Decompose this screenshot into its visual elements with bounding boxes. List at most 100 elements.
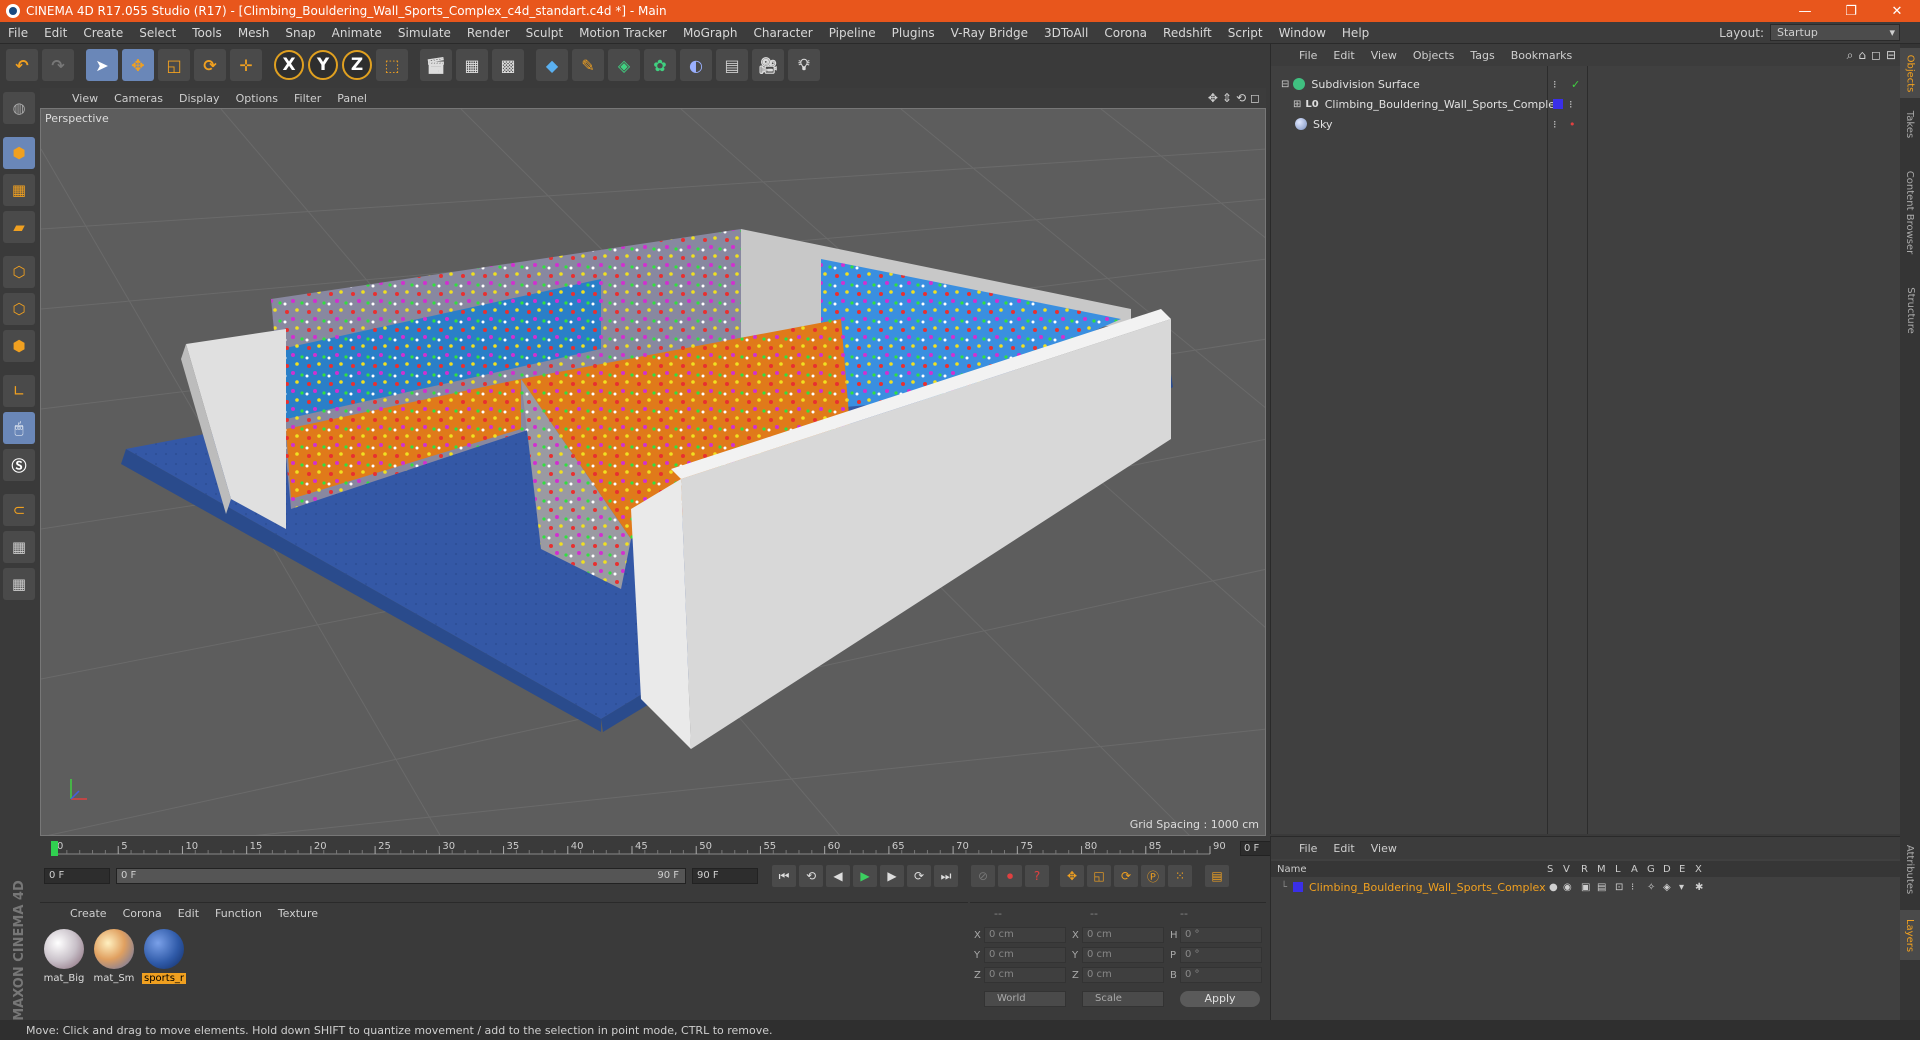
visibility-dots-icon[interactable]: ⁝ (1553, 78, 1557, 91)
home-icon[interactable]: ⌂ (1858, 48, 1866, 63)
animation-icon[interactable]: ⁝ (1631, 882, 1634, 893)
size-y-field[interactable]: 0 cm (1082, 947, 1164, 963)
manager-icon[interactable]: ▤ (1597, 882, 1606, 893)
viewport-menu-cameras[interactable]: Cameras (106, 92, 171, 105)
menu-3dtoall[interactable]: 3DToAll (1036, 26, 1096, 40)
polygons-mode-button[interactable]: ⬢ (3, 330, 35, 362)
search-icon[interactable]: ⌕ (1847, 48, 1854, 63)
texture-mode-button[interactable]: ▦ (3, 174, 35, 206)
menu-mograph[interactable]: MoGraph (675, 26, 746, 40)
lock-workplane-button[interactable]: ▦ (3, 531, 35, 563)
next-frame-button[interactable]: ▶ (880, 865, 904, 887)
close-button[interactable]: ✕ (1874, 0, 1920, 22)
menu-select[interactable]: Select (131, 26, 184, 40)
add-nurbs-button[interactable]: ◈ (608, 49, 640, 81)
add-spline-button[interactable]: ✎ (572, 49, 604, 81)
snap-button[interactable]: Ⓢ (3, 449, 35, 481)
play-button[interactable]: ▶ (853, 865, 877, 887)
restore-button[interactable]: ❐ (1828, 0, 1874, 22)
object-row-climbing-wall[interactable]: ⊞ L0 Climbing_Bouldering_Wall_Sports_Com… (1271, 94, 1901, 114)
render-view-button[interactable]: 🎬︎ (420, 49, 452, 81)
position-z-field[interactable]: 0 cm (984, 967, 1066, 983)
new-view-icon[interactable]: ◻ (1871, 48, 1881, 63)
autokey-button[interactable]: ? (1025, 865, 1049, 887)
expand-icon[interactable]: ⊞ (1293, 99, 1301, 110)
x-axis-button[interactable]: X (274, 50, 304, 80)
layer-color-swatch[interactable] (1293, 882, 1303, 892)
minimize-button[interactable]: — (1782, 0, 1828, 22)
visibility-dots-icon[interactable]: ⁝ (1569, 98, 1573, 111)
tab-takes[interactable]: Takes (1900, 104, 1920, 144)
coordinate-mode-dropdown[interactable]: World (984, 991, 1066, 1007)
eye-icon[interactable]: ◉ (1563, 882, 1572, 893)
layer-menu-file[interactable]: File (1291, 842, 1325, 855)
tab-structure[interactable]: Structure (1900, 280, 1920, 340)
add-floor-button[interactable]: ▤ (716, 49, 748, 81)
key-pla-button[interactable]: ⁙ (1168, 865, 1192, 887)
enabled-check-icon[interactable]: ✓ (1571, 78, 1580, 91)
material-menu-texture[interactable]: Texture (270, 907, 326, 920)
recent-tool-button[interactable]: ✛ (230, 49, 262, 81)
end-frame-field[interactable]: 90 F (692, 868, 758, 884)
key-parameter-button[interactable]: Ⓟ (1141, 865, 1165, 887)
menu-plugins[interactable]: Plugins (884, 26, 943, 40)
menu-vray-bridge[interactable]: V-Ray Bridge (943, 26, 1036, 40)
size-z-field[interactable]: 0 cm (1082, 967, 1164, 983)
tab-layers[interactable]: Layers (1900, 910, 1920, 960)
rotation-b-field[interactable]: 0 ° (1180, 967, 1262, 983)
lock-icon[interactable]: ⊟ (1886, 48, 1896, 63)
previous-frame-button[interactable]: ◀ (826, 865, 850, 887)
generator-icon[interactable]: ✧ (1647, 882, 1655, 893)
scale-tool-button[interactable]: ◱ (158, 49, 190, 81)
magnet-button[interactable]: ⊂ (3, 494, 35, 526)
render-clapboard-icon[interactable]: ▣ (1581, 882, 1590, 893)
add-light-button[interactable]: 💡︎ (788, 49, 820, 81)
rotation-h-field[interactable]: 0 ° (1180, 927, 1262, 943)
add-deformer-button[interactable]: ◐ (680, 49, 712, 81)
menu-window[interactable]: Window (1271, 26, 1334, 40)
make-editable-button[interactable]: ◍ (3, 92, 35, 124)
collapse-icon[interactable]: ⊟ (1281, 79, 1289, 90)
dolly-icon[interactable]: ⇕ (1222, 91, 1232, 105)
perspective-viewport[interactable]: Perspective Grid Spacing : 1000 cm (40, 108, 1266, 836)
record-disabled-button[interactable]: ⊘ (971, 865, 995, 887)
lock-layer-icon[interactable]: ⊡ (1615, 882, 1623, 893)
material-menu-function[interactable]: Function (207, 907, 270, 920)
material-swatch[interactable]: mat_Big (42, 929, 86, 984)
material-menu-create[interactable]: Create (62, 907, 115, 920)
menu-snap[interactable]: Snap (277, 26, 323, 40)
solo-dot-icon[interactable]: ● (1549, 882, 1558, 893)
menu-character[interactable]: Character (745, 26, 820, 40)
timeline-ruler[interactable]: 0 5 10 15 20 25 30 35 40 45 50 55 60 65 70 75 80 85 90 0 F (40, 838, 1300, 860)
object-menu-view[interactable]: View (1363, 49, 1405, 62)
tab-objects[interactable]: Objects (1900, 48, 1920, 98)
layer-row[interactable]: └ Climbing_Bouldering_Wall_Sports_Comple… (1271, 879, 1901, 895)
layout-dropdown[interactable]: Startup (1770, 24, 1900, 41)
material-menu-edit[interactable]: Edit (170, 907, 207, 920)
redo-button[interactable]: ↷ (42, 49, 74, 81)
add-camera-button[interactable]: 🎥︎ (752, 49, 784, 81)
object-row-sky[interactable]: Sky ⁝ • (1271, 114, 1901, 134)
tab-attributes[interactable]: Attributes (1900, 834, 1920, 904)
viewport-menu-options[interactable]: Options (228, 92, 286, 105)
key-rotation-button[interactable]: ⟳ (1114, 865, 1138, 887)
object-menu-file[interactable]: File (1291, 49, 1325, 62)
tweak-mode-button[interactable]: 🖱︎ (3, 412, 35, 444)
expression-icon[interactable]: ▾ (1679, 882, 1684, 893)
apply-button[interactable]: Apply (1180, 991, 1260, 1007)
menu-simulate[interactable]: Simulate (390, 26, 459, 40)
size-x-field[interactable]: 0 cm (1082, 927, 1164, 943)
pan-icon[interactable]: ✥ (1208, 91, 1218, 105)
frame-range-slider[interactable]: 0 F 90 F (116, 868, 686, 884)
render-settings-button[interactable]: ▩ (492, 49, 524, 81)
planar-workplane-button[interactable]: ▦ (3, 568, 35, 600)
go-to-end-button[interactable]: ⏭ (934, 865, 958, 887)
z-axis-button[interactable]: Z (342, 50, 372, 80)
menu-mesh[interactable]: Mesh (230, 26, 278, 40)
position-x-field[interactable]: 0 cm (984, 927, 1066, 943)
previous-key-button[interactable]: ⟲ (799, 865, 823, 887)
size-mode-dropdown[interactable]: Scale (1082, 991, 1164, 1007)
object-row-subdivision-surface[interactable]: ⊟ Subdivision Surface ⁝ ✓ (1271, 74, 1901, 94)
menu-tools[interactable]: Tools (184, 26, 230, 40)
viewport-menu-display[interactable]: Display (171, 92, 228, 105)
